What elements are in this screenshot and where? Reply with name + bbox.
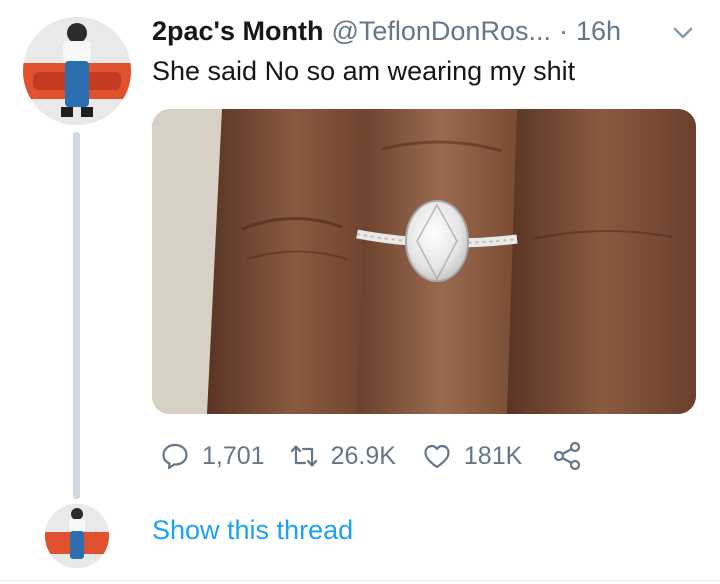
thread-avatar[interactable]	[45, 504, 109, 568]
like-button[interactable]: 181K	[422, 441, 522, 471]
retweet-count: 26.9K	[330, 441, 396, 470]
reply-icon	[162, 443, 188, 470]
separator-dot: ·	[558, 15, 568, 46]
tweet-actions: 1,701 26.9K 181K	[152, 436, 582, 476]
bottom-divider	[0, 580, 720, 581]
avatar-image	[45, 504, 109, 568]
thread-connector-line	[73, 132, 80, 499]
tweet-media-photo[interactable]	[152, 109, 696, 414]
display-name[interactable]: 2pac's Month	[152, 16, 323, 47]
like-count: 181K	[463, 441, 523, 470]
share-button[interactable]	[552, 441, 582, 471]
heart-icon	[424, 444, 450, 469]
reply-count: 1,701	[202, 441, 265, 470]
retweet-icon	[290, 445, 317, 467]
retweet-button[interactable]: 26.9K	[289, 441, 396, 471]
tweet-header: 2pac's Month @TeflonDonRos... · 16h	[152, 11, 621, 51]
reply-button[interactable]: 1,701	[160, 441, 265, 471]
chevron-down-icon[interactable]	[670, 23, 696, 43]
share-icon	[554, 441, 581, 471]
show-thread-link[interactable]: Show this thread	[152, 515, 353, 546]
user-handle[interactable]: @TeflonDonRos...	[331, 16, 551, 47]
author-avatar[interactable]	[23, 17, 131, 125]
avatar-image	[23, 17, 131, 125]
tweet-timestamp[interactable]: 16h	[576, 16, 621, 47]
ring-photo	[152, 109, 696, 414]
tweet-text: She said No so am wearing my shit	[152, 56, 576, 86]
